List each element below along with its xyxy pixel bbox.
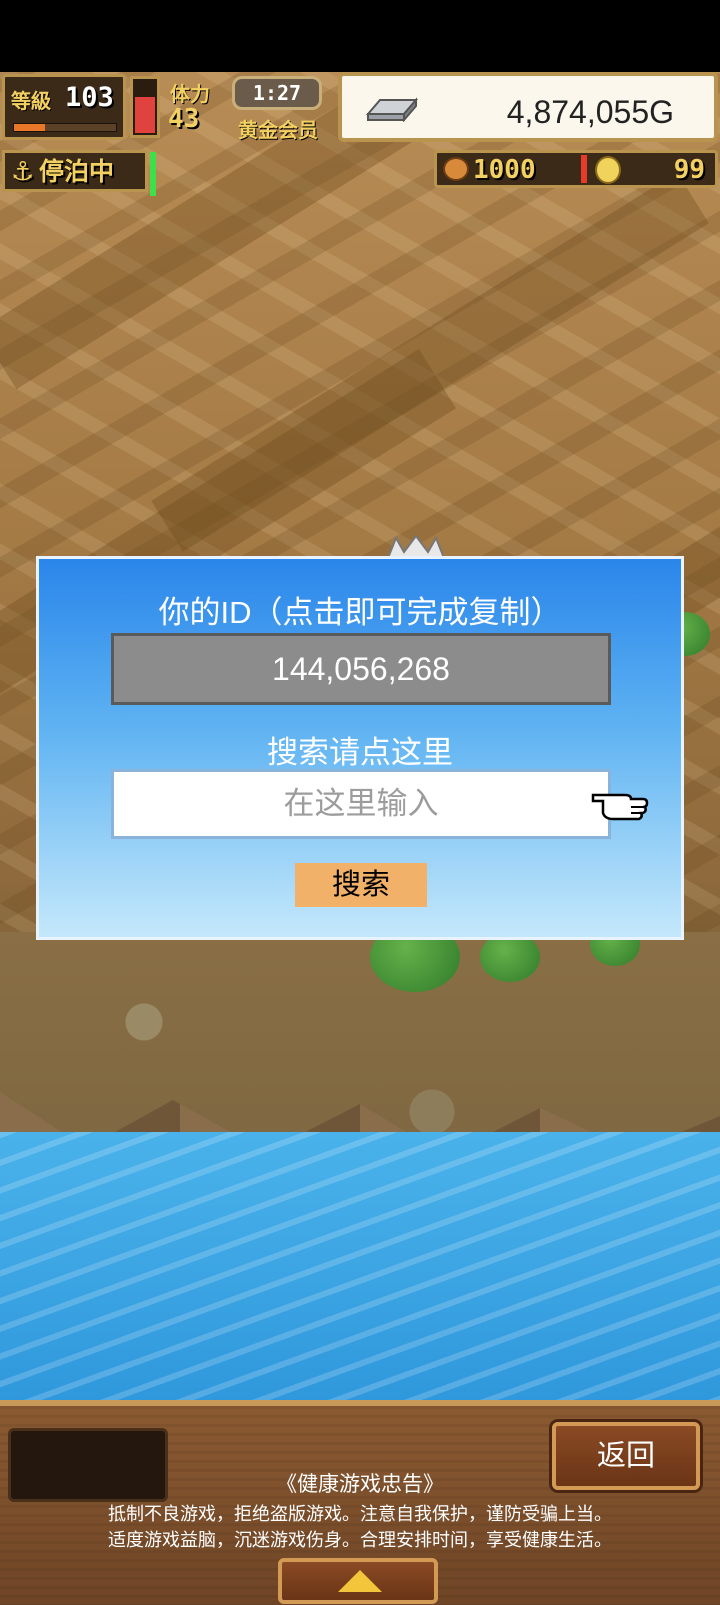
level-label: 等級	[11, 91, 51, 113]
id-search-dialog: 你的ID（点击即可完成复制） 144,056,268 搜索请点这里 在这里输入 …	[36, 556, 684, 940]
health-notice-line: 适度游戏益脑，沉迷游戏伤身。合理安排时间，享受健康生活。	[108, 1530, 612, 1550]
water	[0, 1132, 720, 1400]
level-panel: 等級 103	[2, 74, 126, 140]
xp-bar	[13, 123, 117, 132]
search-title: 搜索请点这里	[267, 735, 453, 770]
stamina-timer: 1:27	[232, 76, 322, 110]
docked-status[interactable]: ⚓ 停泊中	[2, 150, 148, 192]
player-id-copy-field[interactable]: 144,056,268	[111, 633, 611, 705]
pointing-hand-icon	[591, 793, 649, 821]
arrow-up-icon	[338, 1570, 382, 1592]
search-button[interactable]: 搜索	[295, 863, 427, 907]
membership-label[interactable]: 黄金会员	[238, 114, 318, 143]
resource-panel: 1000 99	[434, 150, 718, 188]
stamina-label: 体力	[170, 84, 210, 106]
resource-separator	[581, 155, 587, 183]
id-title: 你的ID（点击即可完成复制）	[158, 595, 562, 630]
stamina-value: 43	[168, 104, 200, 134]
level-value: 103	[65, 82, 114, 113]
stamina-panel: 体力 43 1:27 黄金会员	[164, 74, 334, 142]
expand-button[interactable]	[278, 1558, 438, 1604]
coin-value: 99	[673, 155, 705, 185]
food-value: 1000	[473, 155, 536, 185]
stamina-gauge	[130, 76, 160, 138]
status-marker	[150, 152, 156, 196]
docked-label: 停泊中	[39, 158, 115, 186]
coin-icon	[595, 156, 621, 184]
health-notice-title: 《健康游戏忠告》	[276, 1473, 444, 1496]
xp-bar-fill	[14, 124, 45, 131]
search-input[interactable]: 在这里输入	[111, 769, 611, 839]
status-bar	[0, 0, 720, 72]
health-notice-line: 抵制不良游戏，拒绝盗版游戏。注意自我保护，谨防受骗上当。	[108, 1504, 612, 1524]
bottom-panel: 返回 《健康游戏忠告》 抵制不良游戏，拒绝盗版游戏。注意自我保护，谨防受骗上当。…	[0, 1400, 720, 1605]
food-icon	[443, 157, 469, 181]
stamina-gauge-fill	[135, 96, 155, 133]
anchor-icon: ⚓	[11, 156, 35, 186]
money-panel: 4,874,055G	[338, 72, 718, 142]
money-value: 4,874,055G	[506, 94, 674, 130]
silver-bar-icon	[365, 97, 419, 122]
